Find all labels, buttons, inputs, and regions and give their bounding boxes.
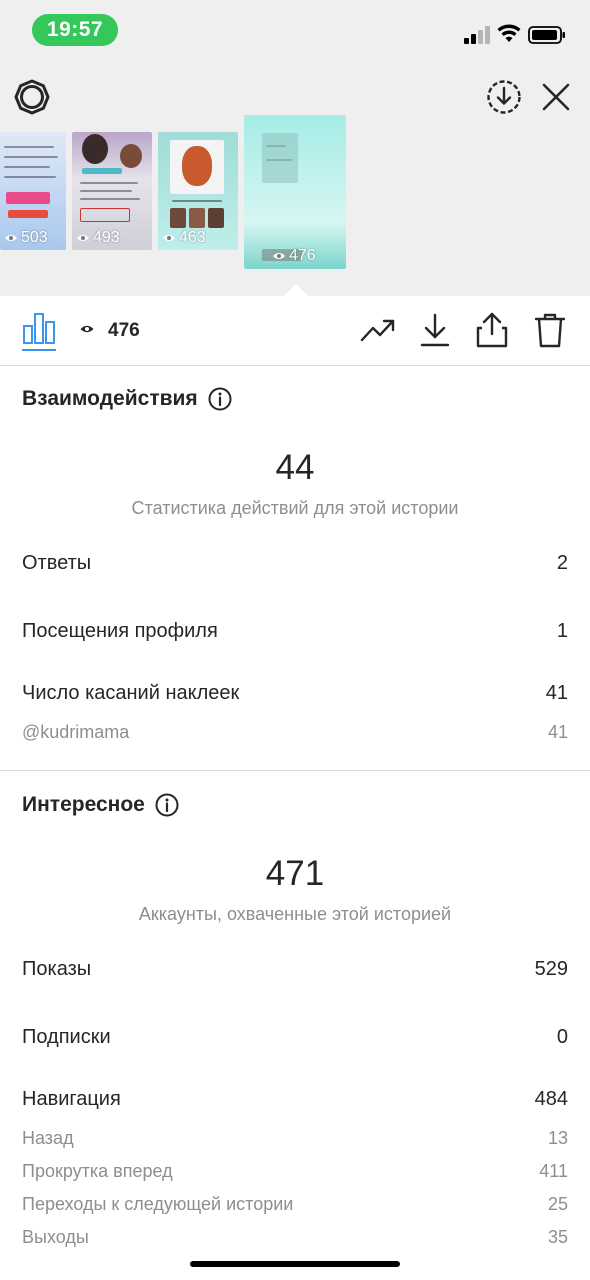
download-icon[interactable] bbox=[420, 313, 450, 347]
stat-subvalue: 13 bbox=[547, 1128, 568, 1148]
info-icon[interactable] bbox=[155, 793, 179, 817]
stat-sublabel: Выходы bbox=[22, 1227, 89, 1247]
story-views-count: 493 bbox=[93, 229, 120, 246]
story-views: 503 bbox=[4, 229, 48, 247]
stat-sublabel: @kudrimama bbox=[22, 722, 130, 742]
story-preview-area: 19:57 503 493 463 476 bbox=[0, 0, 590, 296]
stat-label: Посещения профиля bbox=[22, 620, 218, 642]
wifi-icon bbox=[497, 24, 521, 42]
stat-row-follows: Подписки 0 bbox=[22, 1026, 568, 1049]
stat-row-profile-visits: Посещения профиля 1 bbox=[22, 620, 568, 643]
stat-value: 0 bbox=[556, 1026, 568, 1048]
share-icon[interactable] bbox=[476, 312, 508, 348]
stat-value: 484 bbox=[534, 1088, 568, 1110]
gear-icon[interactable] bbox=[14, 79, 50, 115]
eye-icon bbox=[273, 253, 285, 259]
eye-icon bbox=[163, 235, 175, 241]
download-circle-icon[interactable] bbox=[486, 79, 522, 115]
discovery-caption: Аккаунты, охваченные этой историей bbox=[138, 904, 452, 924]
story-views: 493 bbox=[76, 229, 120, 247]
status-bar: 19:57 bbox=[0, 0, 590, 62]
stat-subvalue: 41 bbox=[547, 722, 568, 742]
stat-value: 2 bbox=[556, 552, 568, 574]
eye-icon bbox=[77, 235, 89, 241]
stat-sublabel: Прокрутка вперед bbox=[22, 1161, 173, 1181]
selected-story-pointer bbox=[284, 284, 308, 296]
stat-value: 1 bbox=[556, 620, 568, 642]
stat-sublabel: Назад bbox=[22, 1128, 74, 1148]
discovery-section-title: Интересное bbox=[22, 793, 179, 817]
interactions-section-title: Взаимодействия bbox=[22, 387, 232, 411]
story-thumbnail[interactable]: 463 bbox=[158, 132, 238, 250]
story-views: 476 bbox=[272, 247, 316, 265]
status-time: 19:57 bbox=[32, 14, 118, 46]
stat-row-navigation: Навигация 484 bbox=[22, 1088, 568, 1111]
stat-subrow-exits: Выходы 35 bbox=[22, 1227, 568, 1248]
stat-label: Подписки bbox=[22, 1026, 111, 1048]
trash-icon[interactable] bbox=[534, 312, 566, 348]
stat-subvalue: 35 bbox=[547, 1227, 568, 1247]
close-icon[interactable] bbox=[540, 81, 572, 113]
eye-icon bbox=[80, 325, 94, 333]
stat-label: Показы bbox=[22, 958, 92, 980]
eye-icon bbox=[5, 235, 17, 241]
story-thumbnail[interactable]: 493 bbox=[72, 132, 152, 250]
stat-row-impressions: Показы 529 bbox=[22, 958, 568, 981]
stat-row-replies: Ответы 2 bbox=[22, 552, 568, 575]
stat-subvalue: 25 bbox=[547, 1194, 568, 1214]
interactions-total: 44 bbox=[275, 448, 315, 487]
insights-toolbar: 476 bbox=[0, 296, 590, 366]
bar-chart-icon[interactable] bbox=[22, 312, 56, 344]
stat-subrow-sticker-mention: @kudrimama 41 bbox=[22, 722, 568, 743]
interactions-title: Взаимодействия bbox=[22, 387, 198, 410]
story-views: 463 bbox=[162, 229, 206, 247]
stat-subrow-back: Назад 13 bbox=[22, 1128, 568, 1149]
interactions-caption: Статистика действий для этой истории bbox=[131, 498, 459, 518]
trend-icon[interactable] bbox=[360, 316, 396, 344]
discovery-total: 471 bbox=[265, 854, 325, 893]
story-views-count: 463 bbox=[179, 229, 206, 246]
stat-label: Ответы bbox=[22, 552, 92, 574]
stat-label: Навигация bbox=[22, 1088, 121, 1110]
battery-icon bbox=[528, 26, 565, 44]
story-views-count: 503 bbox=[21, 229, 48, 246]
section-divider bbox=[0, 770, 590, 771]
stat-sublabel: Переходы к следующей истории bbox=[22, 1194, 294, 1214]
story-views-count: 476 bbox=[289, 247, 316, 264]
stat-subrow-next-story: Переходы к следующей истории 25 bbox=[22, 1194, 568, 1215]
stat-label: Число касаний наклеек bbox=[22, 682, 240, 704]
story-thumbnail-selected[interactable]: 476 bbox=[244, 115, 346, 269]
story-thumbnail[interactable]: 503 bbox=[0, 132, 66, 250]
stat-row-sticker-taps: Число касаний наклеек 41 bbox=[22, 682, 568, 705]
stat-value: 41 bbox=[545, 682, 568, 704]
signal-icon bbox=[464, 26, 490, 44]
stat-subrow-forward: Прокрутка вперед 411 bbox=[22, 1161, 568, 1182]
discovery-title: Интересное bbox=[22, 793, 145, 816]
info-icon[interactable] bbox=[208, 387, 232, 411]
stat-value: 529 bbox=[534, 958, 568, 980]
home-indicator[interactable] bbox=[190, 1261, 400, 1267]
stat-subvalue: 411 bbox=[539, 1161, 568, 1181]
view-count: 476 bbox=[108, 320, 140, 341]
active-tab-indicator bbox=[22, 349, 56, 351]
